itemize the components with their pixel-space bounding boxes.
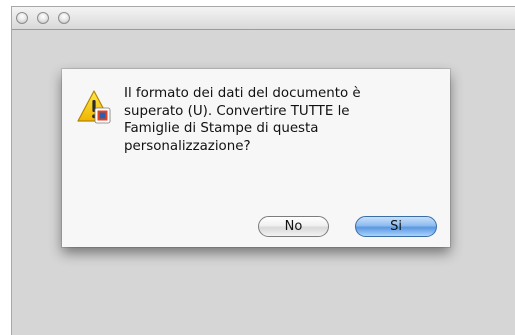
warning-icon <box>77 90 111 124</box>
no-button[interactable]: No <box>258 216 329 237</box>
zoom-button[interactable] <box>58 12 70 24</box>
app-badge-icon <box>94 107 111 124</box>
window-titlebar[interactable] <box>12 7 515 30</box>
alert-dialog: Il formato dei dati del documento è supe… <box>62 69 450 247</box>
alert-message: Il formato dei dati del documento è supe… <box>124 86 361 154</box>
close-button[interactable] <box>16 12 28 24</box>
yes-button[interactable]: Si <box>355 216 437 237</box>
minimize-button[interactable] <box>37 12 49 24</box>
